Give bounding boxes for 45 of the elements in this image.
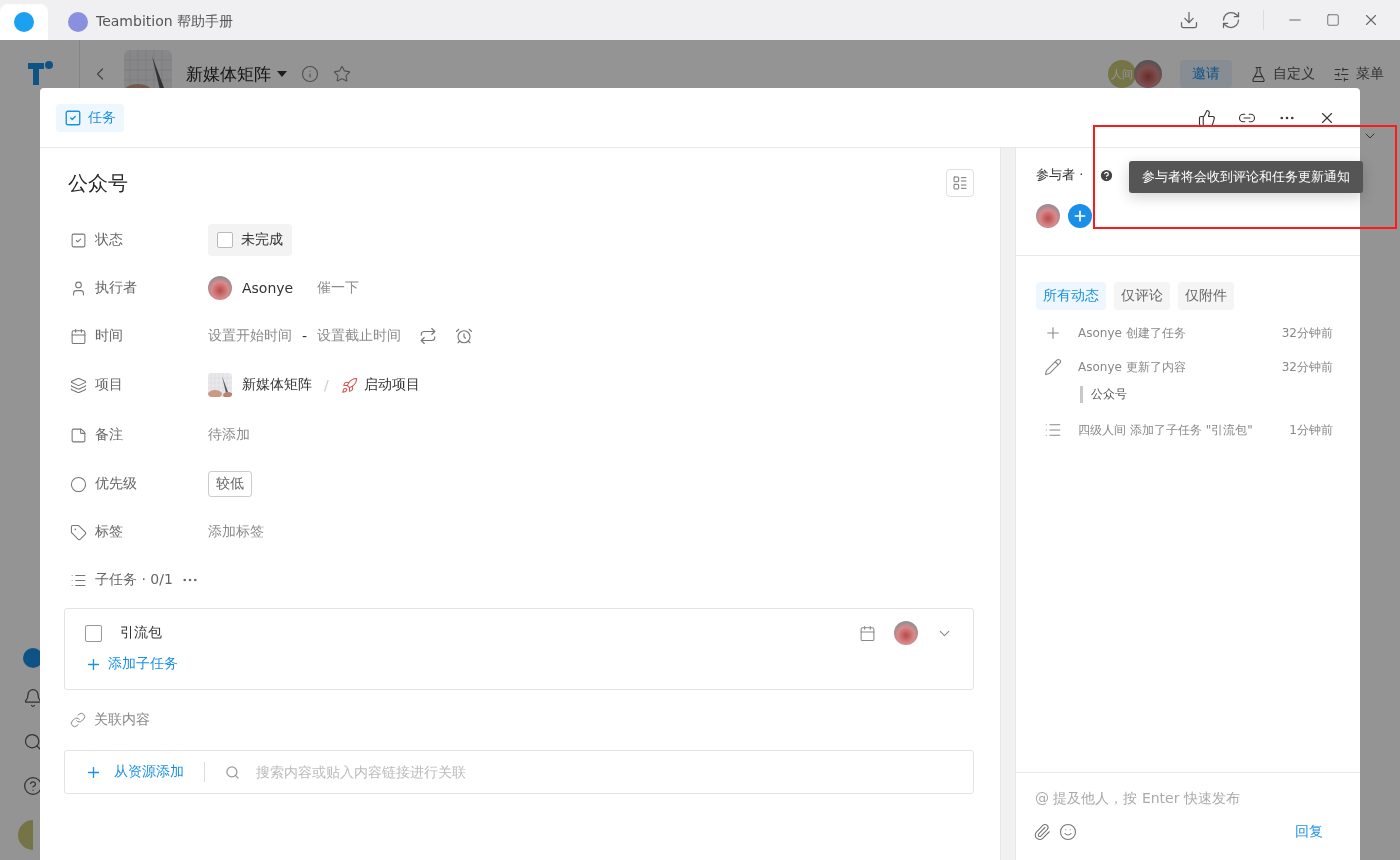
- reply-button[interactable]: 回复: [1295, 823, 1323, 841]
- subtask-title[interactable]: 引流包: [120, 624, 162, 642]
- task-title[interactable]: 公众号: [68, 169, 128, 197]
- task-type-chip[interactable]: 任务: [56, 103, 124, 132]
- field-label: 执行者: [95, 279, 137, 297]
- filter-tab[interactable]: 仅附件: [1178, 282, 1234, 310]
- tooltip: 参与者将会收到评论和任务更新通知: [1129, 161, 1363, 193]
- activity-time: 32分钟前: [1281, 324, 1333, 342]
- note-placeholder[interactable]: 待添加: [208, 426, 250, 444]
- activity-text: Asonye 更新了内容: [1078, 358, 1186, 376]
- activity-time: 32分钟前: [1281, 358, 1333, 376]
- add-subtask-button[interactable]: 添加子任务: [85, 649, 178, 679]
- activity-text: 四级人间 添加了子任务 "引流包": [1078, 421, 1253, 439]
- browser-tab[interactable]: Teambition 帮助手册: [54, 4, 248, 40]
- assignee-name[interactable]: Asonye: [242, 280, 294, 296]
- content-quote: 公众号: [1080, 386, 1333, 403]
- project-name[interactable]: 新媒体矩阵: [242, 376, 312, 394]
- separator: -: [302, 328, 308, 344]
- add-from-resources-button[interactable]: 从资源添加: [85, 757, 184, 787]
- activity-time: 1分钟前: [1289, 421, 1333, 439]
- remind-link[interactable]: 催一下: [317, 279, 360, 297]
- link-search-bar[interactable]: 从资源添加 搜索内容或贴入内容链接进行关联: [64, 750, 974, 794]
- field-label: 优先级: [95, 475, 137, 493]
- invite-button[interactable]: 邀请: [1180, 60, 1232, 88]
- status-button[interactable]: 未完成: [208, 224, 292, 256]
- subtask-count: 子任务 · 0/1: [95, 571, 173, 589]
- section-label: 关联内容: [94, 711, 150, 729]
- field-label: 备注: [95, 426, 123, 444]
- field-label: 标签: [95, 523, 123, 541]
- add-tag-link[interactable]: 添加标签: [208, 523, 264, 541]
- project-title[interactable]: 新媒体矩阵: [186, 62, 271, 86]
- stage-name[interactable]: 启动项目: [363, 376, 420, 394]
- filter-tab[interactable]: 所有动态: [1036, 282, 1106, 310]
- menu-button[interactable]: 菜单: [1333, 65, 1384, 83]
- field-label: 项目: [95, 376, 123, 394]
- customize-button[interactable]: 自定义: [1250, 65, 1315, 83]
- field-label: 状态: [95, 231, 123, 249]
- field-label: 时间: [95, 327, 123, 345]
- priority-button[interactable]: 较低: [208, 471, 252, 497]
- activity-text: Asonye 创建了任务: [1078, 324, 1186, 342]
- separator: /: [324, 377, 329, 393]
- start-time[interactable]: 设置开始时间: [208, 327, 292, 345]
- participants-label: 参与者 ·: [1036, 166, 1084, 184]
- due-time[interactable]: 设置截止时间: [317, 327, 402, 345]
- filter-tab[interactable]: 仅评论: [1114, 282, 1170, 310]
